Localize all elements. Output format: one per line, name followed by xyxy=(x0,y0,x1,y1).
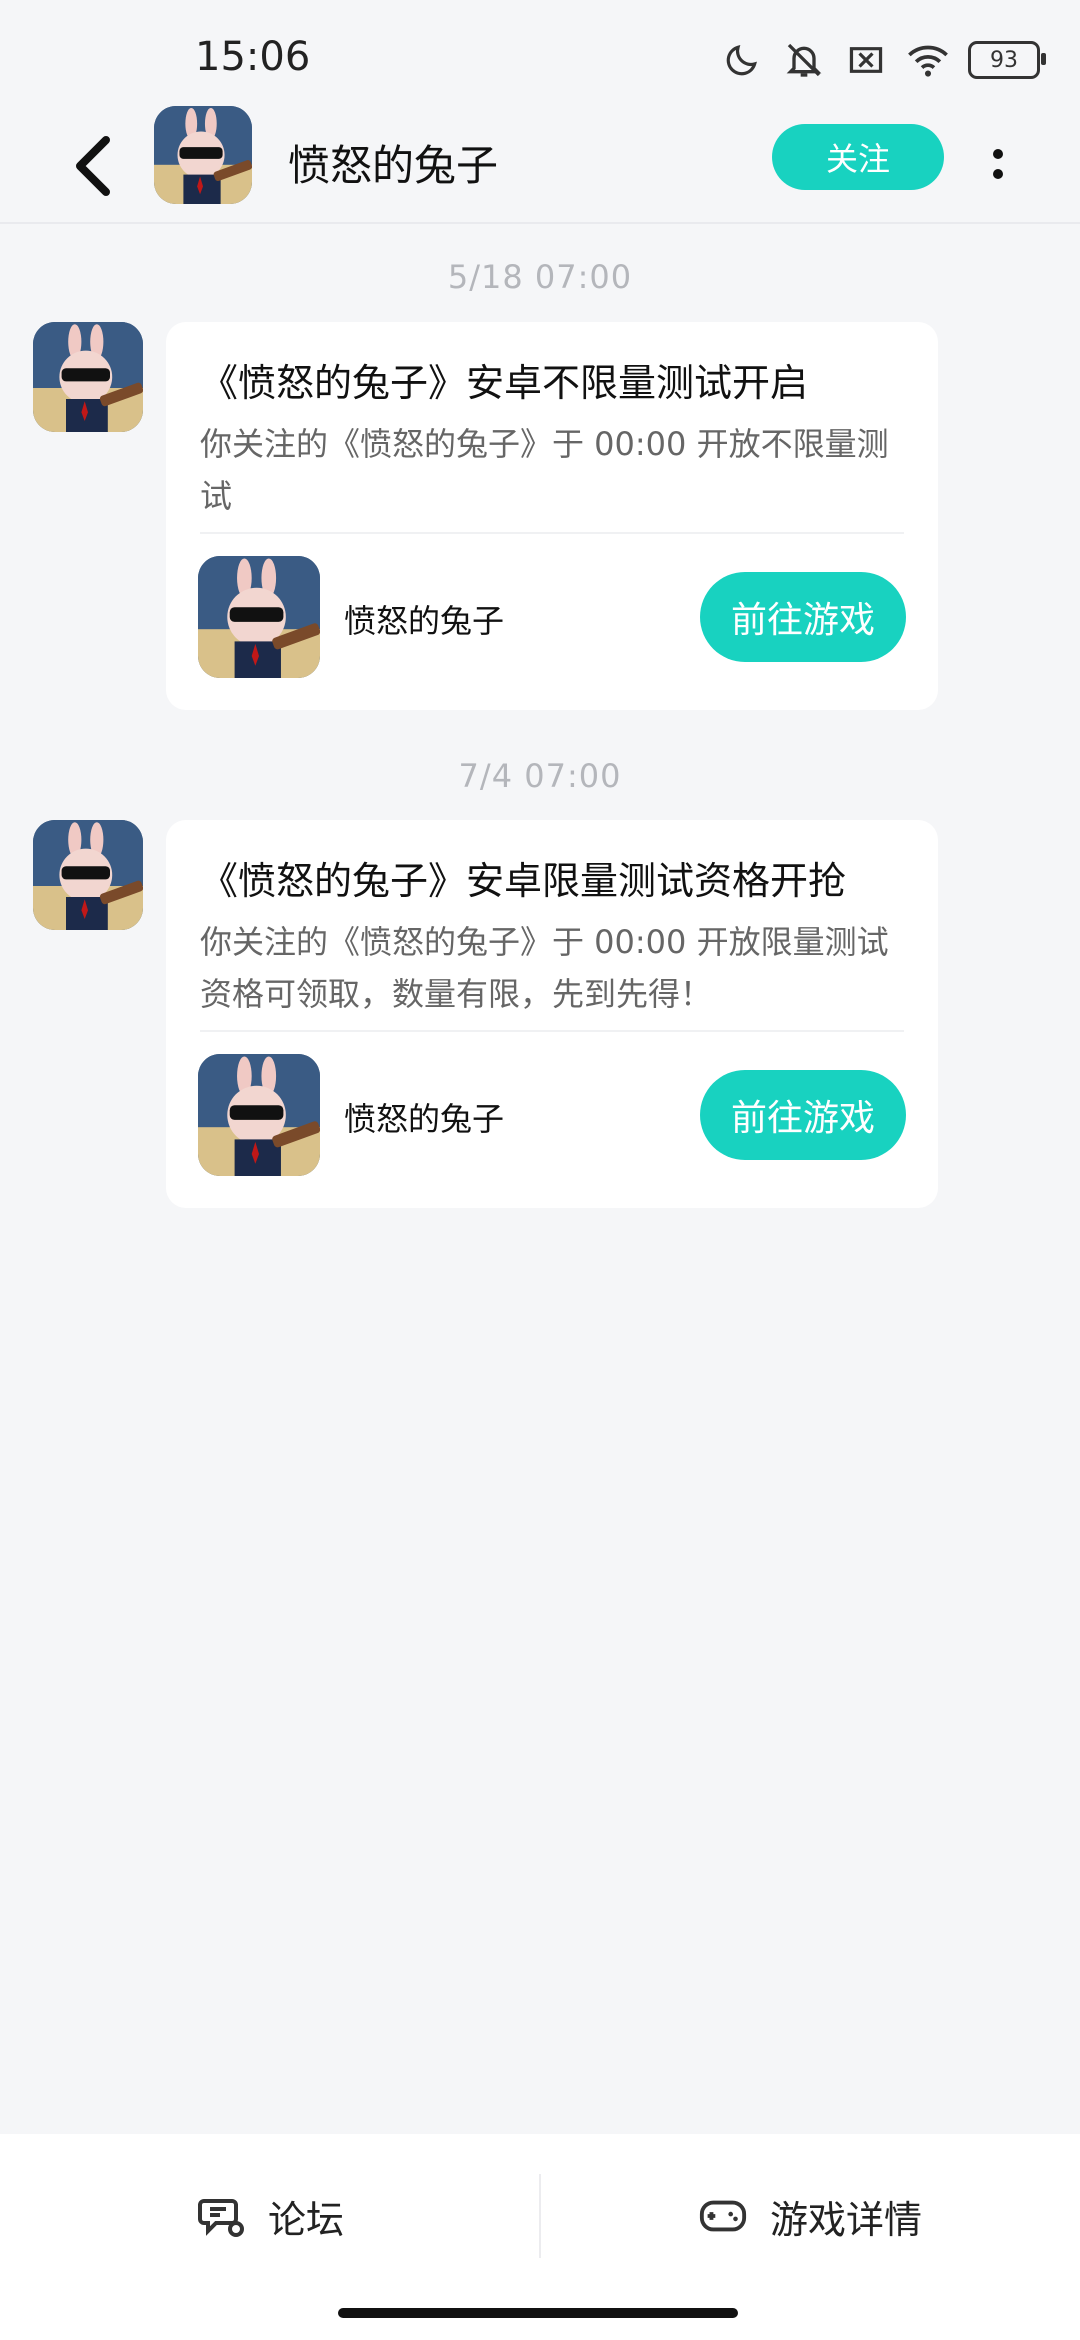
more-dot-icon xyxy=(993,169,1003,179)
back-button[interactable] xyxy=(52,128,132,204)
message-title: 《愤怒的兔子》安卓限量测试资格开抢 xyxy=(200,859,847,903)
status-icons: 93 xyxy=(720,36,1046,84)
wifi-icon xyxy=(906,38,950,82)
more-dot-icon xyxy=(993,149,1003,159)
gamepad-icon xyxy=(699,2200,747,2232)
more-menu-button[interactable] xyxy=(980,134,1016,194)
header-game-avatar[interactable] xyxy=(154,106,252,204)
go-to-game-button[interactable]: 前往游戏 xyxy=(700,1070,906,1160)
message-card[interactable]: 《愤怒的兔子》安卓不限量测试开启 你关注的《愤怒的兔子》于 00:00 开放不限… xyxy=(166,322,938,710)
game-details-tab[interactable]: 游戏详情 xyxy=(698,2174,922,2258)
game-name: 愤怒的兔子 xyxy=(344,1100,505,1138)
bottom-bar: 论坛 游戏详情 xyxy=(0,2134,1080,2340)
message-title: 《愤怒的兔子》安卓不限量测试开启 xyxy=(200,361,809,405)
card-divider xyxy=(200,1030,904,1032)
message-description: 你关注的《愤怒的兔子》于 00:00 开放限量测试资格可领取，数量有限，先到先得… xyxy=(200,923,889,1013)
game-name: 愤怒的兔子 xyxy=(344,602,505,640)
follow-button[interactable]: 关注 xyxy=(772,124,944,190)
moon-icon xyxy=(720,38,764,82)
message-description: 你关注的《愤怒的兔子》于 00:00 开放不限量测试 xyxy=(200,425,889,515)
battery-level: 93 xyxy=(990,47,1018,73)
message-time: 5/18 07:00 xyxy=(447,258,633,296)
bell-off-icon xyxy=(782,38,826,82)
forum-label: 论坛 xyxy=(268,2197,345,2242)
sender-avatar[interactable] xyxy=(33,322,143,432)
page-title: 愤怒的兔子 xyxy=(288,141,499,190)
card-divider xyxy=(200,532,904,534)
sim-x-icon xyxy=(844,38,888,82)
status-bar: 15:06 93 xyxy=(0,0,1080,110)
status-time: 15:06 xyxy=(195,34,311,80)
home-indicator[interactable] xyxy=(338,2308,738,2318)
forum-icon xyxy=(198,2199,244,2237)
go-to-game-button[interactable]: 前往游戏 xyxy=(700,572,906,662)
battery-icon: 93 xyxy=(968,41,1046,79)
bottom-divider xyxy=(539,2174,541,2258)
message-time: 7/4 07:00 xyxy=(458,757,622,795)
chevron-left-icon xyxy=(76,136,110,196)
game-icon[interactable] xyxy=(198,1054,320,1176)
game-icon[interactable] xyxy=(198,556,320,678)
header: 愤怒的兔子 关注 xyxy=(0,106,1080,224)
game-details-label: 游戏详情 xyxy=(770,2197,923,2242)
forum-tab[interactable]: 论坛 xyxy=(198,2174,344,2258)
message-card[interactable]: 《愤怒的兔子》安卓限量测试资格开抢 你关注的《愤怒的兔子》于 00:00 开放限… xyxy=(166,820,938,1208)
sender-avatar[interactable] xyxy=(33,820,143,930)
